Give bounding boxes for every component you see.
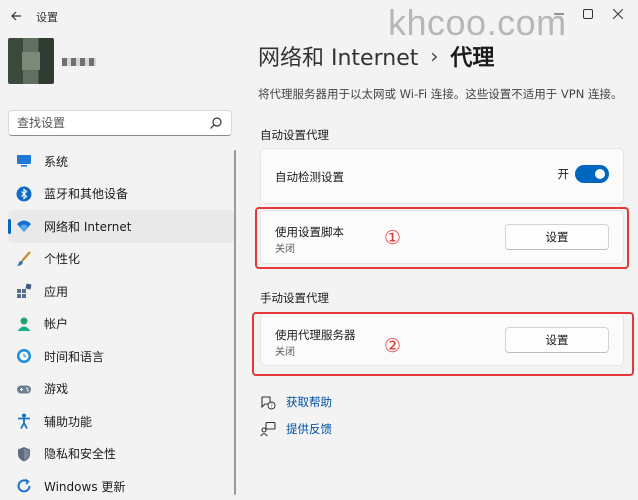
brush-icon bbox=[17, 250, 31, 266]
sidebar-scrollbar[interactable] bbox=[234, 150, 236, 495]
breadcrumb-parent[interactable]: 网络和 Internet bbox=[258, 40, 418, 72]
annotation-box-1 bbox=[255, 207, 629, 269]
sidebar-item-label: 应用 bbox=[44, 284, 69, 299]
page-title: 代理 bbox=[450, 46, 495, 71]
sidebar-item-label: 游戏 bbox=[44, 382, 69, 397]
sidebar-item-system[interactable]: 系统 bbox=[8, 145, 234, 178]
sidebar-item-label: 网络和 Internet bbox=[44, 219, 132, 234]
toggle-state-label: 开 bbox=[557, 167, 570, 181]
auto-proxy-section-title: 自动设置代理 bbox=[260, 128, 329, 142]
get-help-label[interactable]: 获取帮助 bbox=[286, 394, 332, 410]
auto-detect-label: 自动检测设置 bbox=[275, 170, 344, 184]
maximize-icon[interactable] bbox=[577, 4, 599, 24]
sidebar-item-label: Windows 更新 bbox=[44, 479, 126, 494]
sidebar-item-bluetooth[interactable]: 蓝牙和其他设备 bbox=[8, 178, 234, 211]
annotation-number-2: ② bbox=[384, 335, 402, 357]
sidebar-item-label: 辅助功能 bbox=[44, 414, 93, 429]
search-input[interactable] bbox=[17, 114, 207, 132]
avatar[interactable] bbox=[8, 38, 54, 84]
wifi-icon bbox=[17, 220, 31, 232]
sidebar-item-windows-update[interactable]: Windows 更新 bbox=[8, 470, 234, 500]
shield-icon bbox=[18, 446, 30, 461]
sidebar-item-label: 时间和语言 bbox=[44, 349, 105, 364]
sidebar-item-gaming[interactable]: 游戏 bbox=[8, 373, 234, 406]
auto-detect-toggle[interactable] bbox=[575, 165, 609, 183]
accessibility-icon bbox=[18, 413, 30, 429]
sidebar-nav: 系统 蓝牙和其他设备 网络和 Internet 个性化 应用 帐户 时间和语言 … bbox=[8, 145, 234, 500]
sidebar-item-accessibility[interactable]: 辅助功能 bbox=[8, 405, 234, 438]
apps-icon bbox=[17, 283, 32, 298]
manual-proxy-section-title: 手动设置代理 bbox=[260, 291, 329, 305]
update-icon bbox=[17, 478, 31, 493]
sidebar-item-accounts[interactable]: 帐户 bbox=[8, 308, 234, 341]
feedback-icon bbox=[260, 421, 276, 437]
sidebar-item-time-language[interactable]: 时间和语言 bbox=[8, 340, 234, 373]
breadcrumb: 网络和 Internet › 代理 bbox=[258, 40, 494, 72]
page-description: 将代理服务器用于以太网或 Wi-Fi 连接。这些设置不适用于 VPN 连接。 bbox=[258, 87, 623, 101]
monitor-icon bbox=[17, 155, 31, 167]
breadcrumb-separator-icon: › bbox=[430, 44, 439, 68]
search-box[interactable] bbox=[8, 110, 232, 136]
app-title: 设置 bbox=[36, 11, 58, 24]
close-icon[interactable] bbox=[607, 4, 629, 24]
sidebar-item-network[interactable]: 网络和 Internet bbox=[8, 210, 234, 243]
get-help-link[interactable]: ? 获取帮助 bbox=[260, 394, 332, 410]
sidebar-item-label: 帐户 bbox=[44, 317, 69, 332]
sidebar-item-apps[interactable]: 应用 bbox=[8, 275, 234, 308]
back-arrow-icon[interactable] bbox=[6, 6, 26, 26]
annotation-box-2 bbox=[252, 312, 634, 376]
sidebar-item-label: 系统 bbox=[44, 154, 69, 169]
help-icon: ? bbox=[261, 396, 276, 410]
watermark: khcoo.com bbox=[388, 2, 567, 43]
sidebar-item-personalization[interactable]: 个性化 bbox=[8, 243, 234, 276]
give-feedback-label[interactable]: 提供反馈 bbox=[286, 421, 332, 437]
gamepad-icon bbox=[17, 385, 31, 393]
globe-clock-icon bbox=[17, 349, 31, 363]
give-feedback-link[interactable]: 提供反馈 bbox=[260, 421, 332, 437]
user-name-redacted bbox=[62, 58, 96, 66]
bluetooth-icon bbox=[16, 186, 32, 201]
sidebar-item-label: 隐私和安全性 bbox=[44, 447, 117, 462]
search-icon[interactable] bbox=[209, 116, 223, 130]
svg-text:?: ? bbox=[270, 403, 273, 409]
person-icon bbox=[17, 317, 31, 331]
sidebar-item-label: 蓝牙和其他设备 bbox=[44, 187, 129, 202]
sidebar-item-privacy[interactable]: 隐私和安全性 bbox=[8, 438, 234, 471]
annotation-number-1: ① bbox=[384, 227, 402, 249]
sidebar-item-label: 个性化 bbox=[44, 252, 81, 267]
auto-detect-card: 自动检测设置 开 bbox=[260, 148, 624, 204]
